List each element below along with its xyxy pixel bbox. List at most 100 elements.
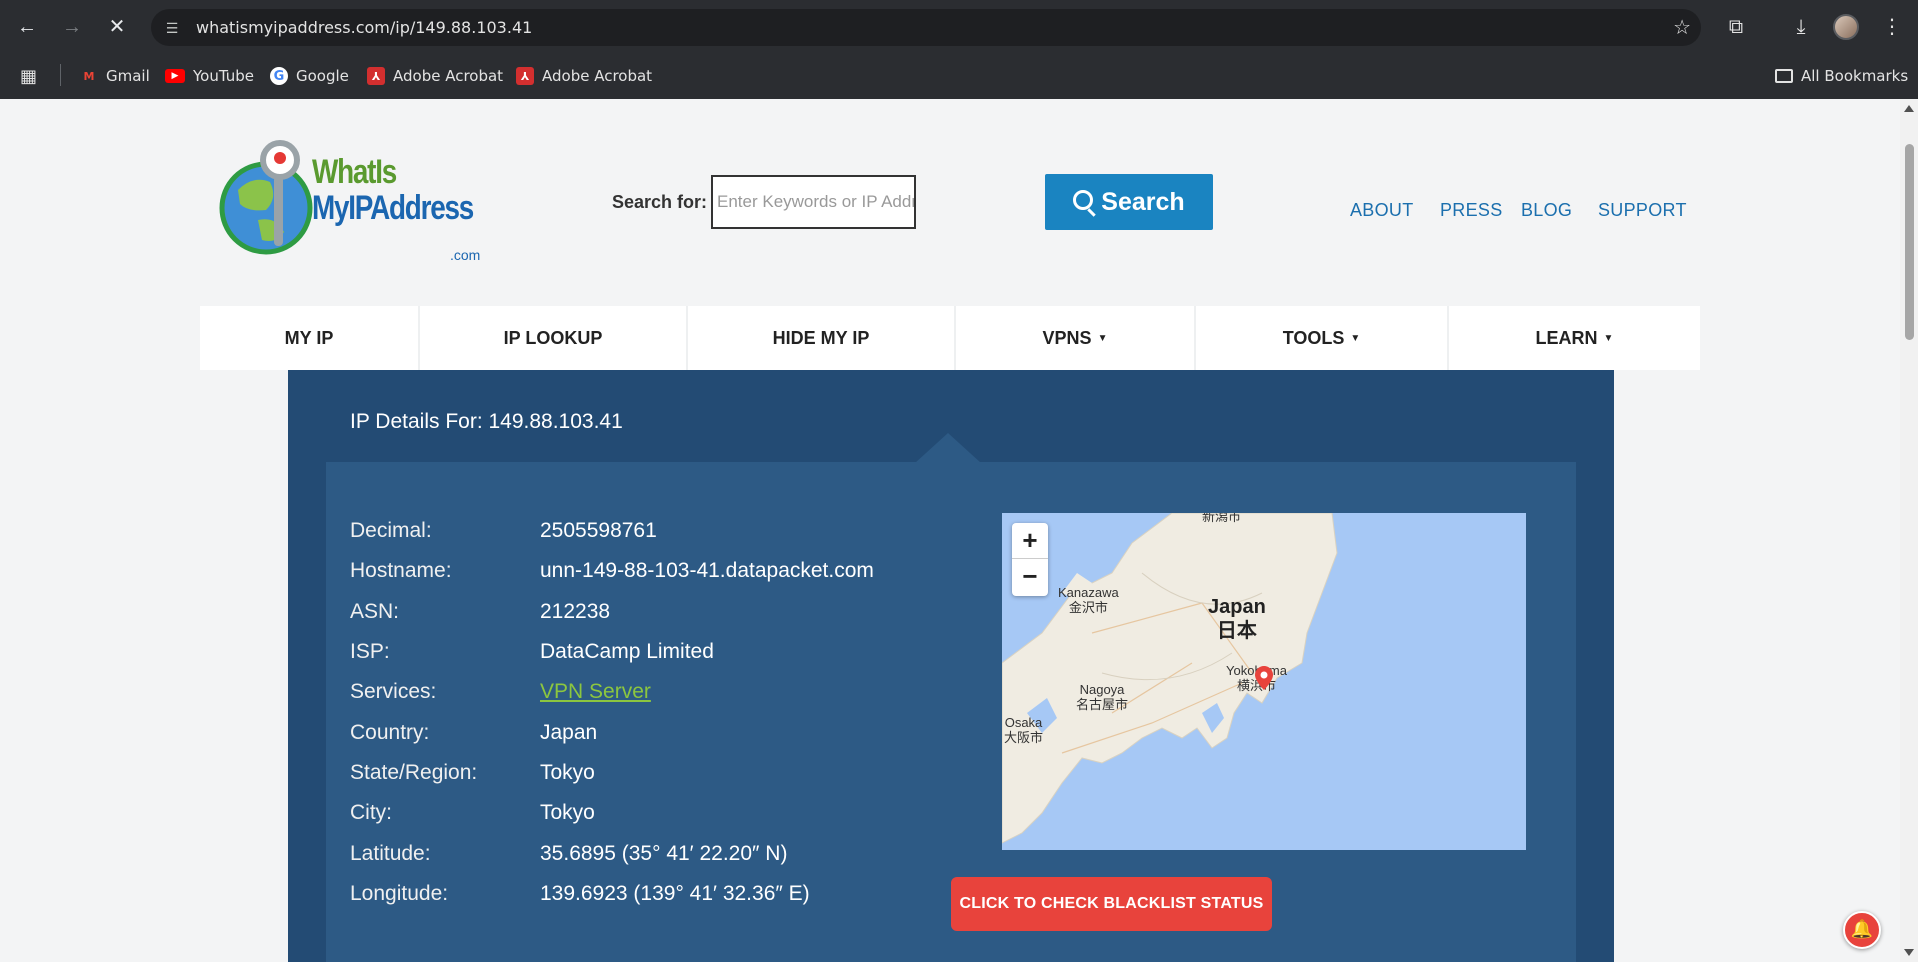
globe-magnifier-icon: [219, 140, 313, 255]
toolbar: ← → ✕ ☰ whatismyipaddress.com/ip/149.88.…: [0, 0, 1918, 54]
google-icon: G: [270, 67, 288, 85]
stop-loading-icon[interactable]: ✕: [102, 12, 132, 42]
bookmark-label: Google: [296, 67, 349, 85]
scroll-down-icon[interactable]: [1904, 949, 1914, 956]
ip-details-title: IP Details For: 149.88.103.41: [350, 410, 623, 433]
extensions-icon[interactable]: ⧉: [1722, 13, 1750, 41]
bookmark-label: YouTube: [193, 67, 254, 85]
caret-down-icon: ▼: [1097, 332, 1108, 344]
acrobat-icon: ⅄: [367, 67, 385, 85]
bookmark-acrobat-1[interactable]: ⅄ Adobe Acrobat: [367, 65, 503, 87]
detail-value: 212238: [540, 600, 611, 623]
location-map[interactable]: + − 新潟市 Kanazawa金沢市 Japan日本 Nagoya名古屋市 Y…: [1002, 513, 1526, 850]
logo-line1: WhatIs: [312, 153, 397, 191]
apps-grid-icon[interactable]: ▦: [20, 65, 37, 87]
notification-bell-icon[interactable]: 🔔: [1843, 911, 1881, 949]
map-label-osaka: Osaka 大阪市: [1004, 715, 1043, 745]
search-label: Search for:: [612, 192, 708, 212]
address-bar[interactable]: ☰ whatismyipaddress.com/ip/149.88.103.41…: [151, 9, 1701, 46]
logo-suffix: .com: [450, 247, 481, 263]
url-text: whatismyipaddress.com/ip/149.88.103.41: [196, 18, 533, 37]
nav-vpns[interactable]: VPNS ▼: [956, 306, 1196, 370]
map-pin-icon[interactable]: [1255, 666, 1273, 690]
search-button[interactable]: Search: [1045, 174, 1213, 230]
detail-value: unn-149-88-103-41.datapacket.com: [540, 559, 874, 582]
nav-label: HIDE MY IP: [772, 327, 870, 348]
map-label-kanazawa: Kanazawa 金沢市: [1058, 585, 1119, 615]
detail-key: Country:: [350, 721, 430, 744]
caret-down-icon: ▼: [1603, 332, 1614, 344]
search-input[interactable]: [711, 175, 916, 229]
detail-value: DataCamp Limited: [540, 640, 714, 663]
detail-value: Tokyo: [540, 801, 595, 824]
download-icon[interactable]: ⤓: [1787, 13, 1815, 41]
nav-my-ip[interactable]: MY IP: [200, 306, 420, 370]
nav-label: VPNS: [1042, 327, 1092, 348]
detail-key: Longitude:: [350, 882, 449, 905]
bookmark-gmail[interactable]: M Gmail: [80, 65, 150, 87]
bookmarks-bar: ▦ M Gmail ▶ YouTube G Google ⅄ Adobe Acr…: [0, 54, 1918, 99]
map-label-en: Osaka: [1004, 715, 1043, 730]
detail-key: ISP:: [350, 640, 390, 663]
map-label-jp: 大阪市: [1004, 730, 1044, 745]
detail-value: 139.6923 (139° 41′ 32.36″ E): [540, 882, 810, 905]
vpn-server-link[interactable]: VPN Server: [540, 680, 651, 704]
press-link[interactable]: PRESS: [1440, 200, 1503, 221]
bookmark-youtube[interactable]: ▶ YouTube: [165, 65, 254, 87]
detail-key: Hostname:: [350, 559, 452, 582]
scroll-up-icon[interactable]: [1904, 105, 1914, 112]
check-blacklist-button[interactable]: CLICK TO CHECK BLACKLIST STATUS: [951, 877, 1272, 931]
nav-hide-my-ip[interactable]: HIDE MY IP: [688, 306, 956, 370]
nav-learn[interactable]: LEARN ▼: [1449, 306, 1700, 370]
acrobat-icon: ⅄: [516, 67, 534, 85]
detail-key: ASN:: [350, 600, 400, 623]
map-label-nagoya: Nagoya 名古屋市: [1076, 682, 1128, 712]
profile-avatar[interactable]: [1833, 14, 1859, 40]
zoom-in-button[interactable]: +: [1012, 523, 1048, 559]
map-label-japan: Japan 日本: [1208, 595, 1266, 643]
support-link[interactable]: SUPPORT: [1598, 200, 1687, 221]
page-scrollbar[interactable]: [1900, 99, 1918, 962]
forward-icon[interactable]: →: [57, 12, 87, 42]
detail-key: Services:: [350, 680, 437, 703]
search-button-label: Search: [1101, 187, 1185, 216]
nav-tools[interactable]: TOOLS ▼: [1196, 306, 1449, 370]
all-bookmarks-label: All Bookmarks: [1801, 67, 1909, 85]
search-icon: [1073, 190, 1094, 210]
nav-ip-lookup[interactable]: IP LOOKUP: [420, 306, 688, 370]
zoom-out-button[interactable]: −: [1012, 559, 1048, 595]
nav-label: IP LOOKUP: [503, 327, 603, 348]
browser-chrome: ← → ✕ ☰ whatismyipaddress.com/ip/149.88.…: [0, 0, 1918, 99]
detail-value: 2505598761: [540, 519, 657, 542]
about-link[interactable]: ABOUT: [1350, 200, 1414, 221]
all-bookmarks[interactable]: All Bookmarks: [1775, 65, 1908, 87]
detail-key: Latitude:: [350, 842, 431, 865]
map-label-jp: 金沢市: [1068, 600, 1108, 615]
detail-value: 35.6895 (35° 41′ 22.20″ N): [540, 842, 788, 865]
blog-link[interactable]: BLOG: [1521, 200, 1572, 221]
detail-value: Japan: [540, 721, 598, 744]
caret-down-icon: ▼: [1350, 332, 1361, 344]
bookmark-acrobat-2[interactable]: ⅄ Adobe Acrobat: [516, 65, 652, 87]
detail-key: City:: [350, 801, 392, 824]
bookmarks-separator: [60, 64, 61, 86]
detail-key: State/Region:: [350, 761, 478, 784]
map-label-en: Japan: [1208, 596, 1266, 618]
gmail-icon: M: [83, 69, 95, 83]
bookmark-google[interactable]: G Google: [270, 65, 349, 87]
web-page: WhatIs MyIPAddress .com Search for: Sear…: [0, 99, 1900, 962]
menu-icon[interactable]: ⋮: [1878, 13, 1906, 41]
map-label-jp: 日本: [1216, 620, 1257, 642]
detail-value: Tokyo: [540, 761, 595, 784]
site-info-icon[interactable]: ☰: [161, 17, 183, 39]
bookmark-star-icon[interactable]: ☆: [1673, 15, 1691, 40]
youtube-icon: ▶: [165, 69, 185, 83]
scroll-thumb[interactable]: [1905, 144, 1914, 340]
logo-line2: MyIPAddress: [312, 189, 474, 227]
map-zoom-control: + −: [1012, 523, 1048, 596]
panel-notch: [915, 433, 981, 463]
nav-label: MY IP: [284, 327, 334, 348]
back-icon[interactable]: ←: [12, 12, 42, 42]
map-label-jp: 名古屋市: [1076, 697, 1129, 712]
bookmark-label: Gmail: [106, 67, 150, 85]
